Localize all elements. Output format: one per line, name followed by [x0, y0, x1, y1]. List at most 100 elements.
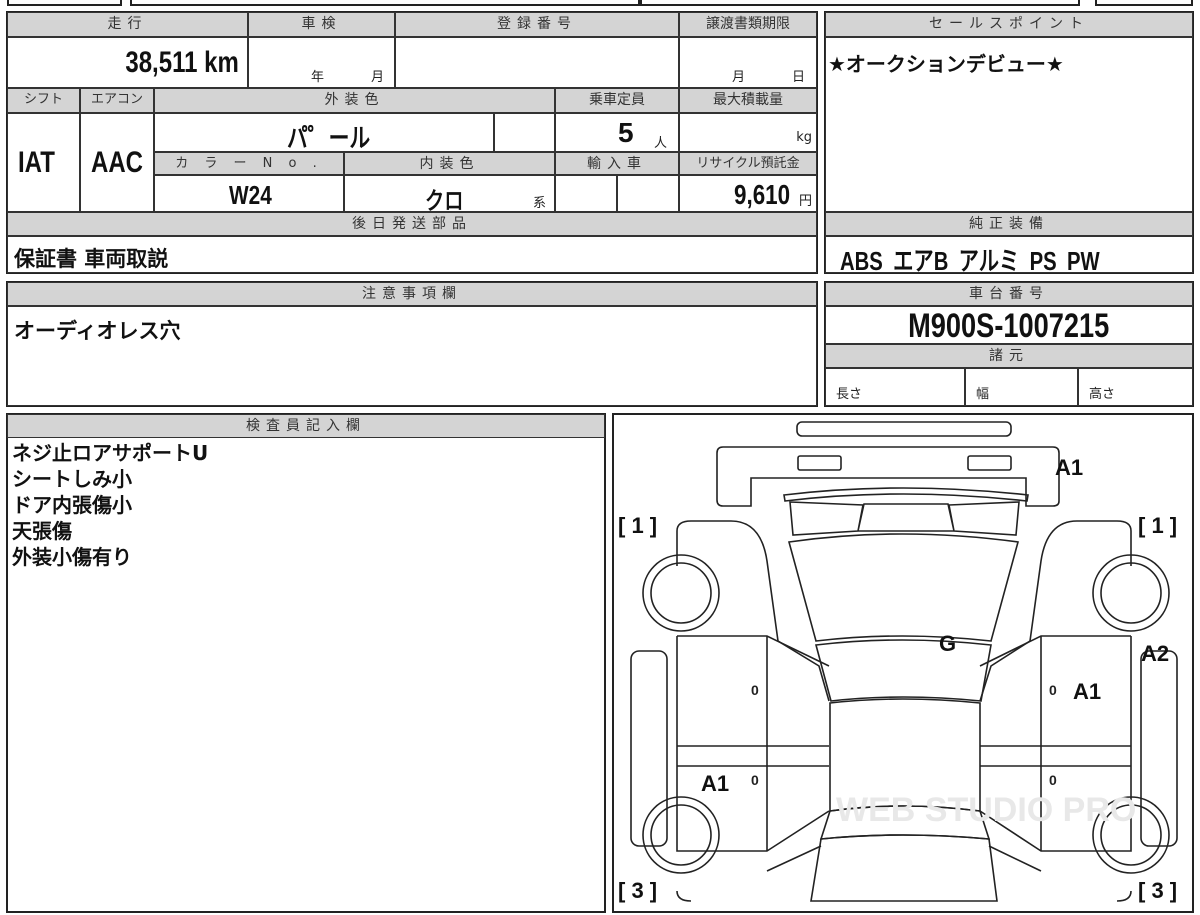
capacity-header: 乗車定員 [555, 88, 679, 113]
exterior-color-value: パ゜ール [287, 123, 371, 153]
shaken-year-unit: 年 [311, 70, 325, 85]
chassis-header: 車台番号 [825, 282, 1193, 306]
front-bumper [796, 421, 1012, 437]
inspector-line: シートしみ小 [12, 467, 132, 491]
left-rocker [630, 650, 668, 847]
deadline-day-unit: 日 [792, 70, 806, 85]
transfer-deadline-cell: 月 日 [679, 37, 817, 88]
wheel-rear-left [642, 796, 720, 874]
capacity-unit: 人 [654, 136, 668, 151]
trunk [810, 834, 998, 902]
color-no-header: カ ラ ー N o . [154, 152, 344, 175]
shaken-month-unit: 月 [371, 70, 385, 85]
headlight-left [797, 455, 842, 471]
wheel-front-right [1092, 554, 1170, 632]
sales-point-header: セールスポイント [825, 12, 1193, 37]
bracket-rear-right: [ 3 ] [1138, 878, 1177, 903]
left-doors [676, 635, 830, 852]
inspector-line: 外装小傷有り [12, 545, 132, 569]
spec-length-cell: 長さ [825, 368, 965, 406]
exterior-color-extra-cell [494, 113, 555, 152]
mileage-cell: 38,511 km [7, 37, 248, 88]
wheel-rear-left-inner [650, 804, 712, 866]
wheel-front-left-inner [650, 562, 712, 624]
equipment-cell: ABS エアB アルミ PS PW [825, 236, 1193, 276]
interior-color-suffix: 系 [533, 196, 547, 211]
color-no-value: W24 [229, 180, 272, 210]
chassis-cell: M900S-1007215 [825, 306, 1193, 345]
capacity-cell: 5 人 [555, 113, 679, 152]
inspector-header: 検査員記入欄 [7, 414, 605, 438]
top-strip-cell [130, 0, 640, 6]
wheel-front-left [642, 554, 720, 632]
shaken-header: 車検 [248, 12, 395, 37]
zero-mark: 0 [1049, 772, 1057, 788]
specs-header: 諸元 [825, 344, 1193, 368]
recycle-unit: 円 [798, 194, 812, 209]
recycle-header: リサイクル預託金 [679, 152, 817, 175]
exterior-color-header: 外装色 [154, 88, 555, 113]
top-strip-cell [7, 0, 122, 6]
zero-mark: 0 [1049, 682, 1057, 698]
spec-length-label: 長さ [836, 387, 863, 402]
damage-diagram: WEB STUDIO PRO [ 1 ] [ 1 ] [ 3 ] [ 3 ] A… [612, 413, 1194, 913]
interior-color-value: クロ [425, 188, 464, 215]
notes-header: 注意事項欄 [7, 282, 817, 306]
top-strip-cell [640, 0, 1080, 6]
grille [783, 487, 1029, 502]
spec-height-label: 高さ [1089, 387, 1116, 402]
mileage-value: 38,511 [125, 46, 198, 79]
shaken-cell: 年 月 [248, 37, 395, 88]
inspector-line: 天張傷 [12, 519, 72, 543]
inspector-line: ドア内張傷小 [12, 493, 132, 517]
spec-width-label: 幅 [976, 387, 990, 402]
car-outline: WEB STUDIO PRO [ 1 ] [ 1 ] [ 3 ] [ 3 ] A… [618, 421, 1178, 903]
interior-color-cell: クロ 系 [344, 175, 555, 215]
mark-windshield: G [939, 631, 956, 656]
later-parts-cell: 保証書 車両取説 [7, 236, 817, 273]
zero-mark: 0 [751, 772, 759, 788]
mark-left-rear-door: A1 [701, 771, 729, 796]
max-load-cell: kg [679, 113, 817, 152]
exterior-color-cell: パ゜ール [154, 113, 494, 153]
interior-color-header: 内装色 [344, 152, 555, 175]
registration-cell [395, 37, 679, 88]
mark-front: A1 [1055, 455, 1083, 480]
aircon-value: AAC [91, 146, 143, 179]
equipment-value: ABS エアB アルミ PS PW [840, 246, 1100, 276]
right-front-fender [979, 520, 1132, 702]
notes-cell: オーディオレス穴 [7, 306, 817, 406]
max-load-header: 最大積載量 [679, 88, 817, 113]
shift-cell: IAT [7, 113, 80, 212]
hood-front [789, 501, 1020, 536]
rear-quarter [676, 845, 1132, 902]
mileage-header: 走行 [7, 12, 248, 37]
max-load-unit: kg [796, 130, 812, 145]
hood [787, 533, 1020, 642]
left-front-fender [676, 520, 830, 702]
later-parts-value: 保証書 車両取説 [14, 247, 169, 271]
chassis-value: M900S-1007215 [908, 307, 1110, 345]
later-parts-header: 後日発送部品 [7, 212, 817, 236]
transfer-deadline-header: 譲渡書類期限 [679, 12, 817, 37]
bracket-rear-left: [ 3 ] [618, 878, 657, 903]
shift-value: IAT [18, 146, 55, 179]
sales-point-value: ★オークションデビュー★ [828, 52, 1064, 76]
capacity-value: 5 [618, 117, 634, 148]
aircon-header: エアコン [80, 88, 154, 113]
notes-value: オーディオレス穴 [14, 319, 181, 343]
headlight-right [967, 455, 1012, 471]
color-no-cell: W24 [154, 175, 344, 212]
mileage-unit: km [204, 46, 239, 79]
fender-edge [676, 531, 1132, 566]
sales-point-cell: ★オークションデビュー★ [825, 37, 1193, 212]
top-strip-cell [1095, 0, 1193, 6]
watermark: WEB STUDIO PRO [836, 791, 1136, 829]
mark-right-rail: A2 [1141, 641, 1169, 666]
deadline-month-unit: 月 [732, 70, 746, 85]
wheel-front-right-inner [1100, 562, 1162, 624]
bracket-front-right: [ 1 ] [1138, 513, 1177, 538]
right-rocker [1140, 650, 1178, 847]
registration-header: 登録番号 [395, 12, 679, 37]
recycle-value: 9,610 [733, 179, 790, 210]
